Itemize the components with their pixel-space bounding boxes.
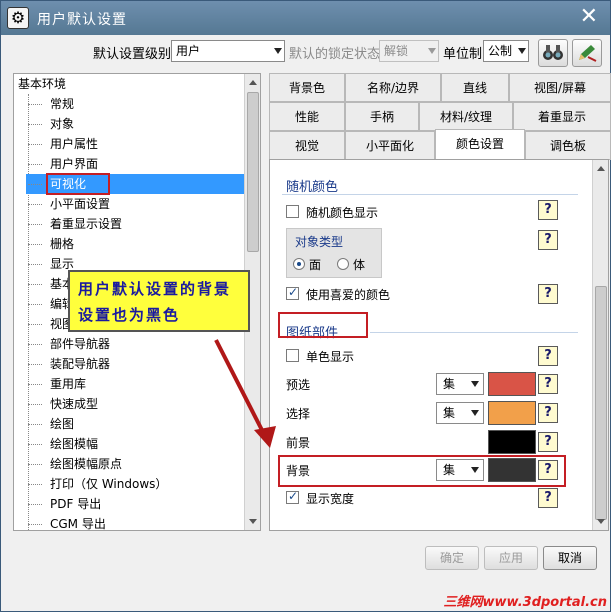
watermark: 三维网www.3dportal.cn [443, 595, 607, 610]
annotation-arrow [214, 339, 276, 448]
